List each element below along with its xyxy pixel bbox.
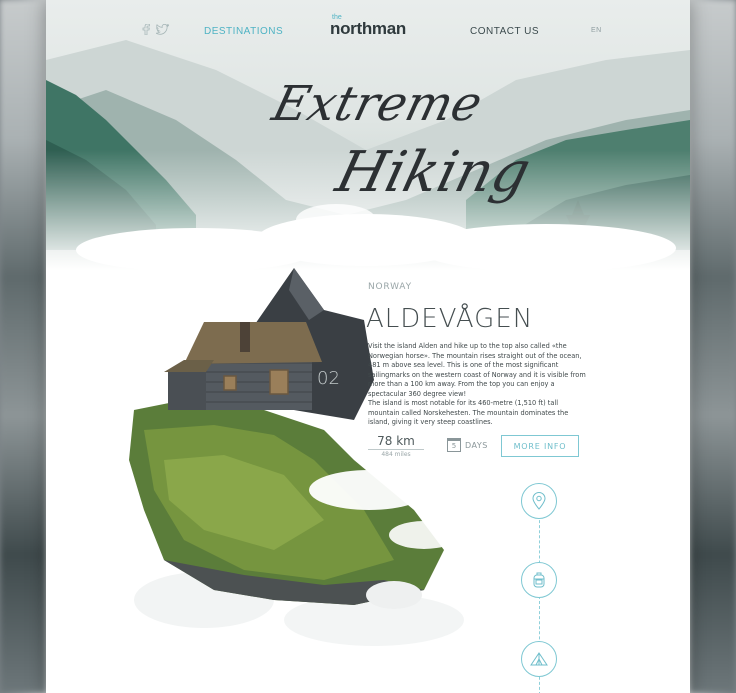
twitter-icon[interactable] (154, 23, 170, 38)
distance-stat: 78 km 484 miles (368, 434, 424, 458)
distance-miles: 484 miles (381, 451, 411, 458)
top-navigation: DESTINATIONS the northman CONTACT US EN (46, 14, 690, 44)
distance-divider (368, 449, 424, 450)
more-info-button[interactable]: MORE INFO (501, 435, 579, 457)
blurred-background-right (690, 0, 736, 693)
hero-title-line2: Hiking (329, 140, 537, 205)
description-paragraph-1: Visit the island Alden and hike up to th… (368, 342, 586, 398)
blurred-background-left (0, 0, 46, 693)
destination-number: 02 (317, 368, 340, 389)
logo[interactable]: the northman (330, 14, 406, 39)
destination-description: Visit the island Alden and hike up to th… (368, 342, 590, 428)
landing-page: DESTINATIONS the northman CONTACT US EN … (46, 0, 690, 693)
social-links (142, 23, 170, 38)
facebook-icon[interactable] (142, 23, 150, 38)
backpack-icon[interactable] (521, 562, 557, 598)
days-stat: 5 DAYS (447, 438, 488, 452)
calendar-icon: 5 (447, 438, 461, 452)
days-label: DAYS (465, 440, 488, 450)
tent-icon[interactable] (521, 641, 557, 677)
nav-destinations[interactable]: DESTINATIONS (204, 26, 283, 37)
hero-title-line1: Extreme (267, 76, 488, 132)
destination-name: ALDEVÅGEN (366, 304, 534, 334)
location-pin-icon[interactable] (521, 483, 557, 519)
distance-km: 78 km (377, 434, 415, 448)
destination-country: NORWAY (368, 282, 412, 292)
description-paragraph-2: The island is most notable for its 460-m… (368, 399, 569, 426)
logo-main-text: northman (330, 19, 406, 38)
nav-contact[interactable]: CONTACT US (470, 26, 539, 37)
language-switch[interactable]: EN (591, 27, 602, 34)
